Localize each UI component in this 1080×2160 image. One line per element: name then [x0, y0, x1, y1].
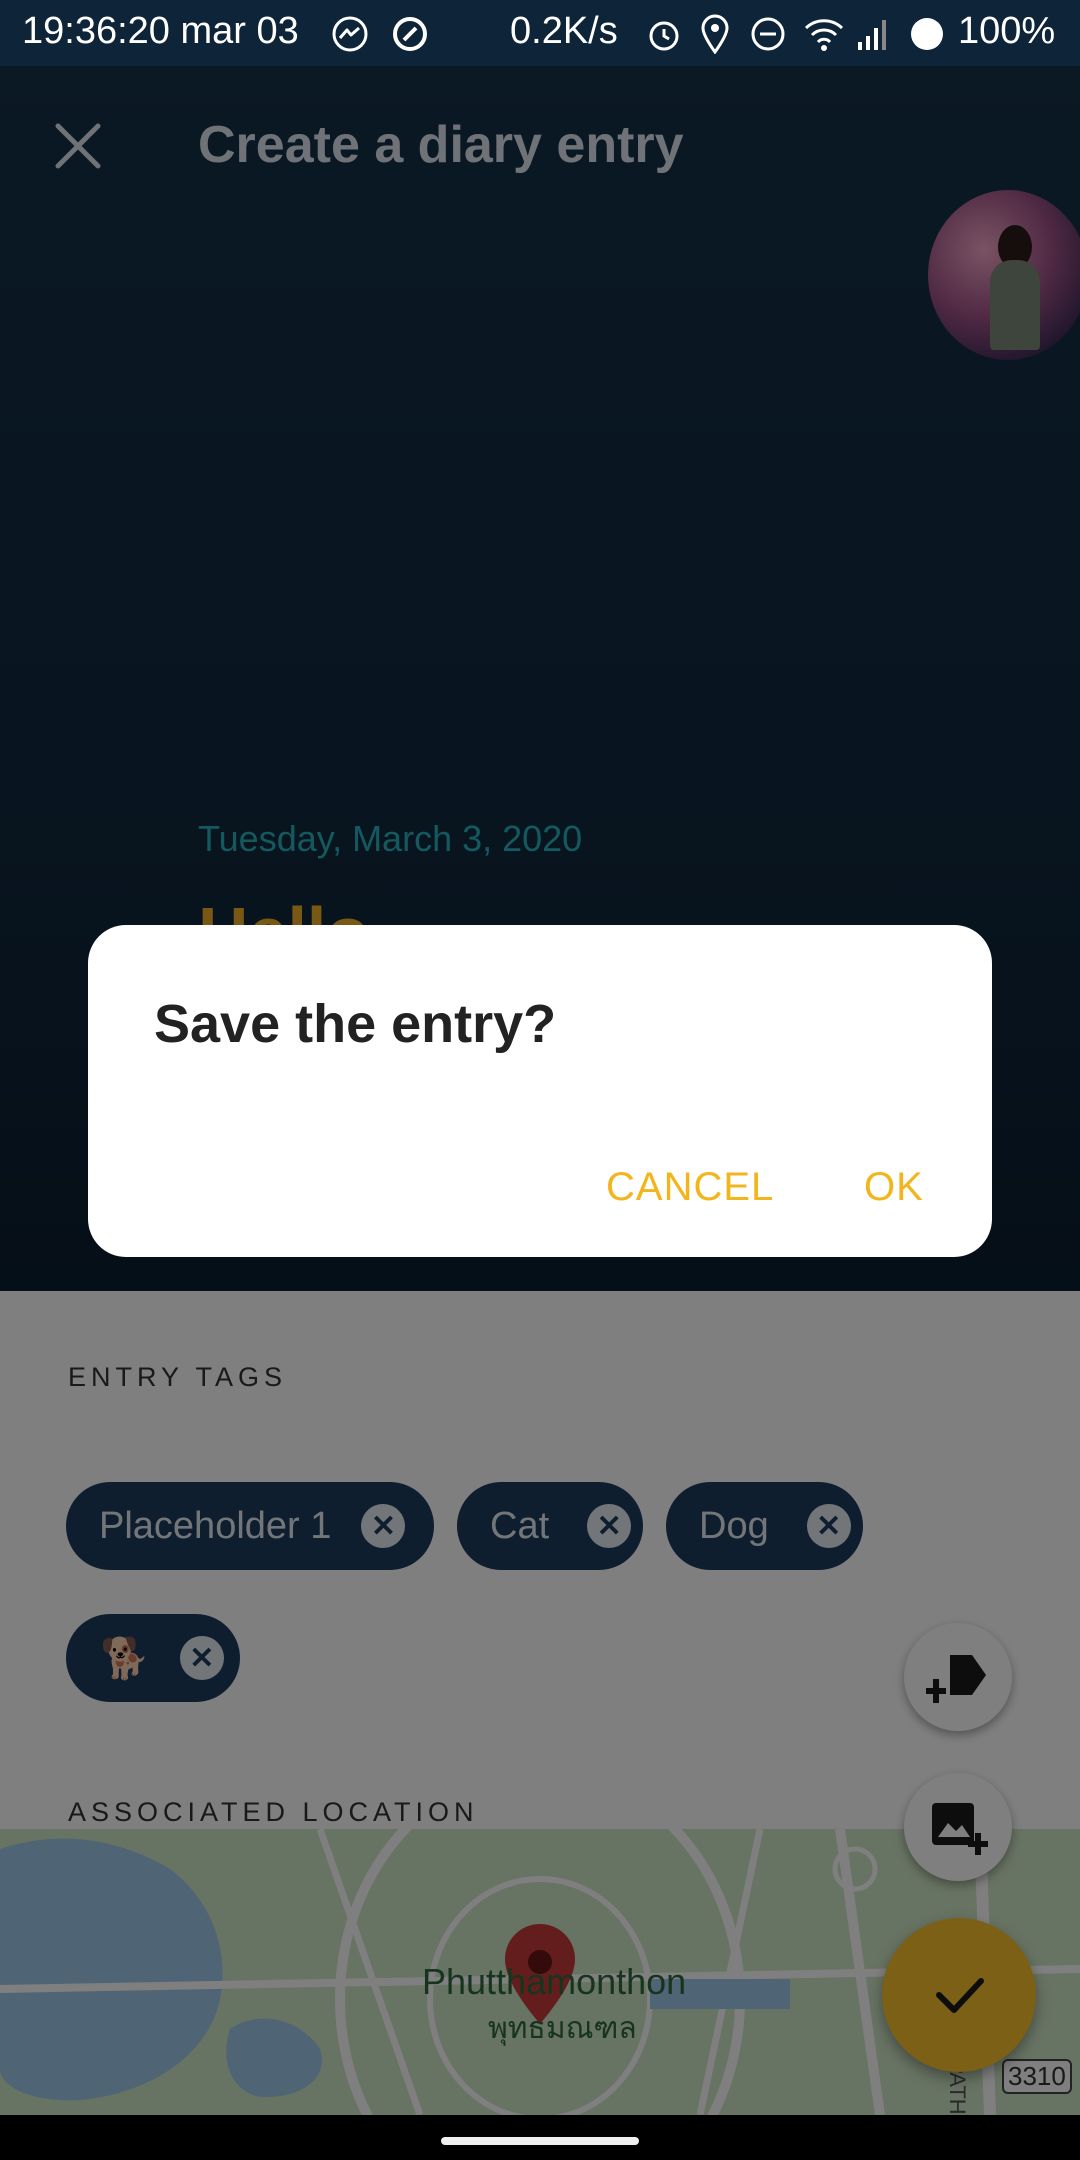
location-icon [701, 14, 729, 54]
status-net-speed: 0.2K/s [510, 10, 618, 52]
signal-icon [858, 20, 886, 50]
alarm-icon [649, 21, 679, 51]
dnd-icon [751, 17, 785, 51]
status-battery: 100% [958, 10, 1056, 52]
sync-icon [393, 17, 427, 51]
home-gesture-handle[interactable] [441, 2137, 639, 2145]
save-dialog: Save the entry? CANCEL OK [88, 925, 992, 1257]
status-time: 19:36:20 mar 03 [22, 10, 299, 52]
messenger-icon [332, 16, 368, 52]
status-bar: 19:36:20 mar 03 0.2K/s 100% [0, 0, 1080, 66]
wifi-icon [804, 19, 844, 51]
ok-button[interactable]: OK [864, 1165, 924, 1210]
cancel-button[interactable]: CANCEL [606, 1165, 774, 1210]
battery-icon [911, 18, 943, 50]
dialog-title: Save the entry? [154, 994, 557, 1054]
